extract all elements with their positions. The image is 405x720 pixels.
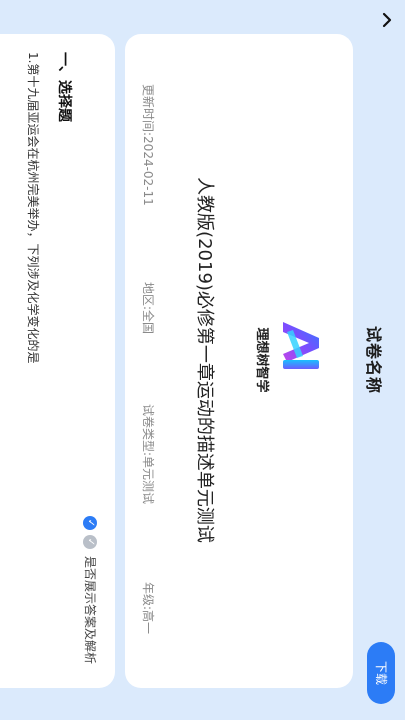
section-title: 一、选择题 [56, 52, 72, 122]
show-answer-toggle[interactable]: ✓ ✓ 是否展示答案及解析 [82, 516, 99, 664]
question-text: 1.第十九届亚运会在杭州完美举办，下列涉及化学变化的是 [26, 52, 40, 364]
check-circle-icon[interactable]: ✓ [83, 516, 98, 530]
exam-title: 人教版(2019)必修第一章运动的描述单元测试 [194, 177, 215, 543]
toggle-label: 是否展示答案及解析 [83, 556, 97, 665]
brand-name: 理想树智学 [254, 327, 269, 393]
grade: 年级:高一 [141, 582, 155, 635]
download-button[interactable]: 下载 [367, 642, 395, 704]
update-time: 更新时间:2024-02-11 [141, 84, 155, 206]
region: 地区:全国 [141, 282, 155, 335]
page-title: 试卷名称 [364, 325, 383, 394]
exam-type: 试卷类型:单元测试 [141, 404, 155, 505]
logo-icon [277, 316, 327, 376]
check-circle-disabled-icon[interactable]: ✓ [83, 535, 98, 549]
